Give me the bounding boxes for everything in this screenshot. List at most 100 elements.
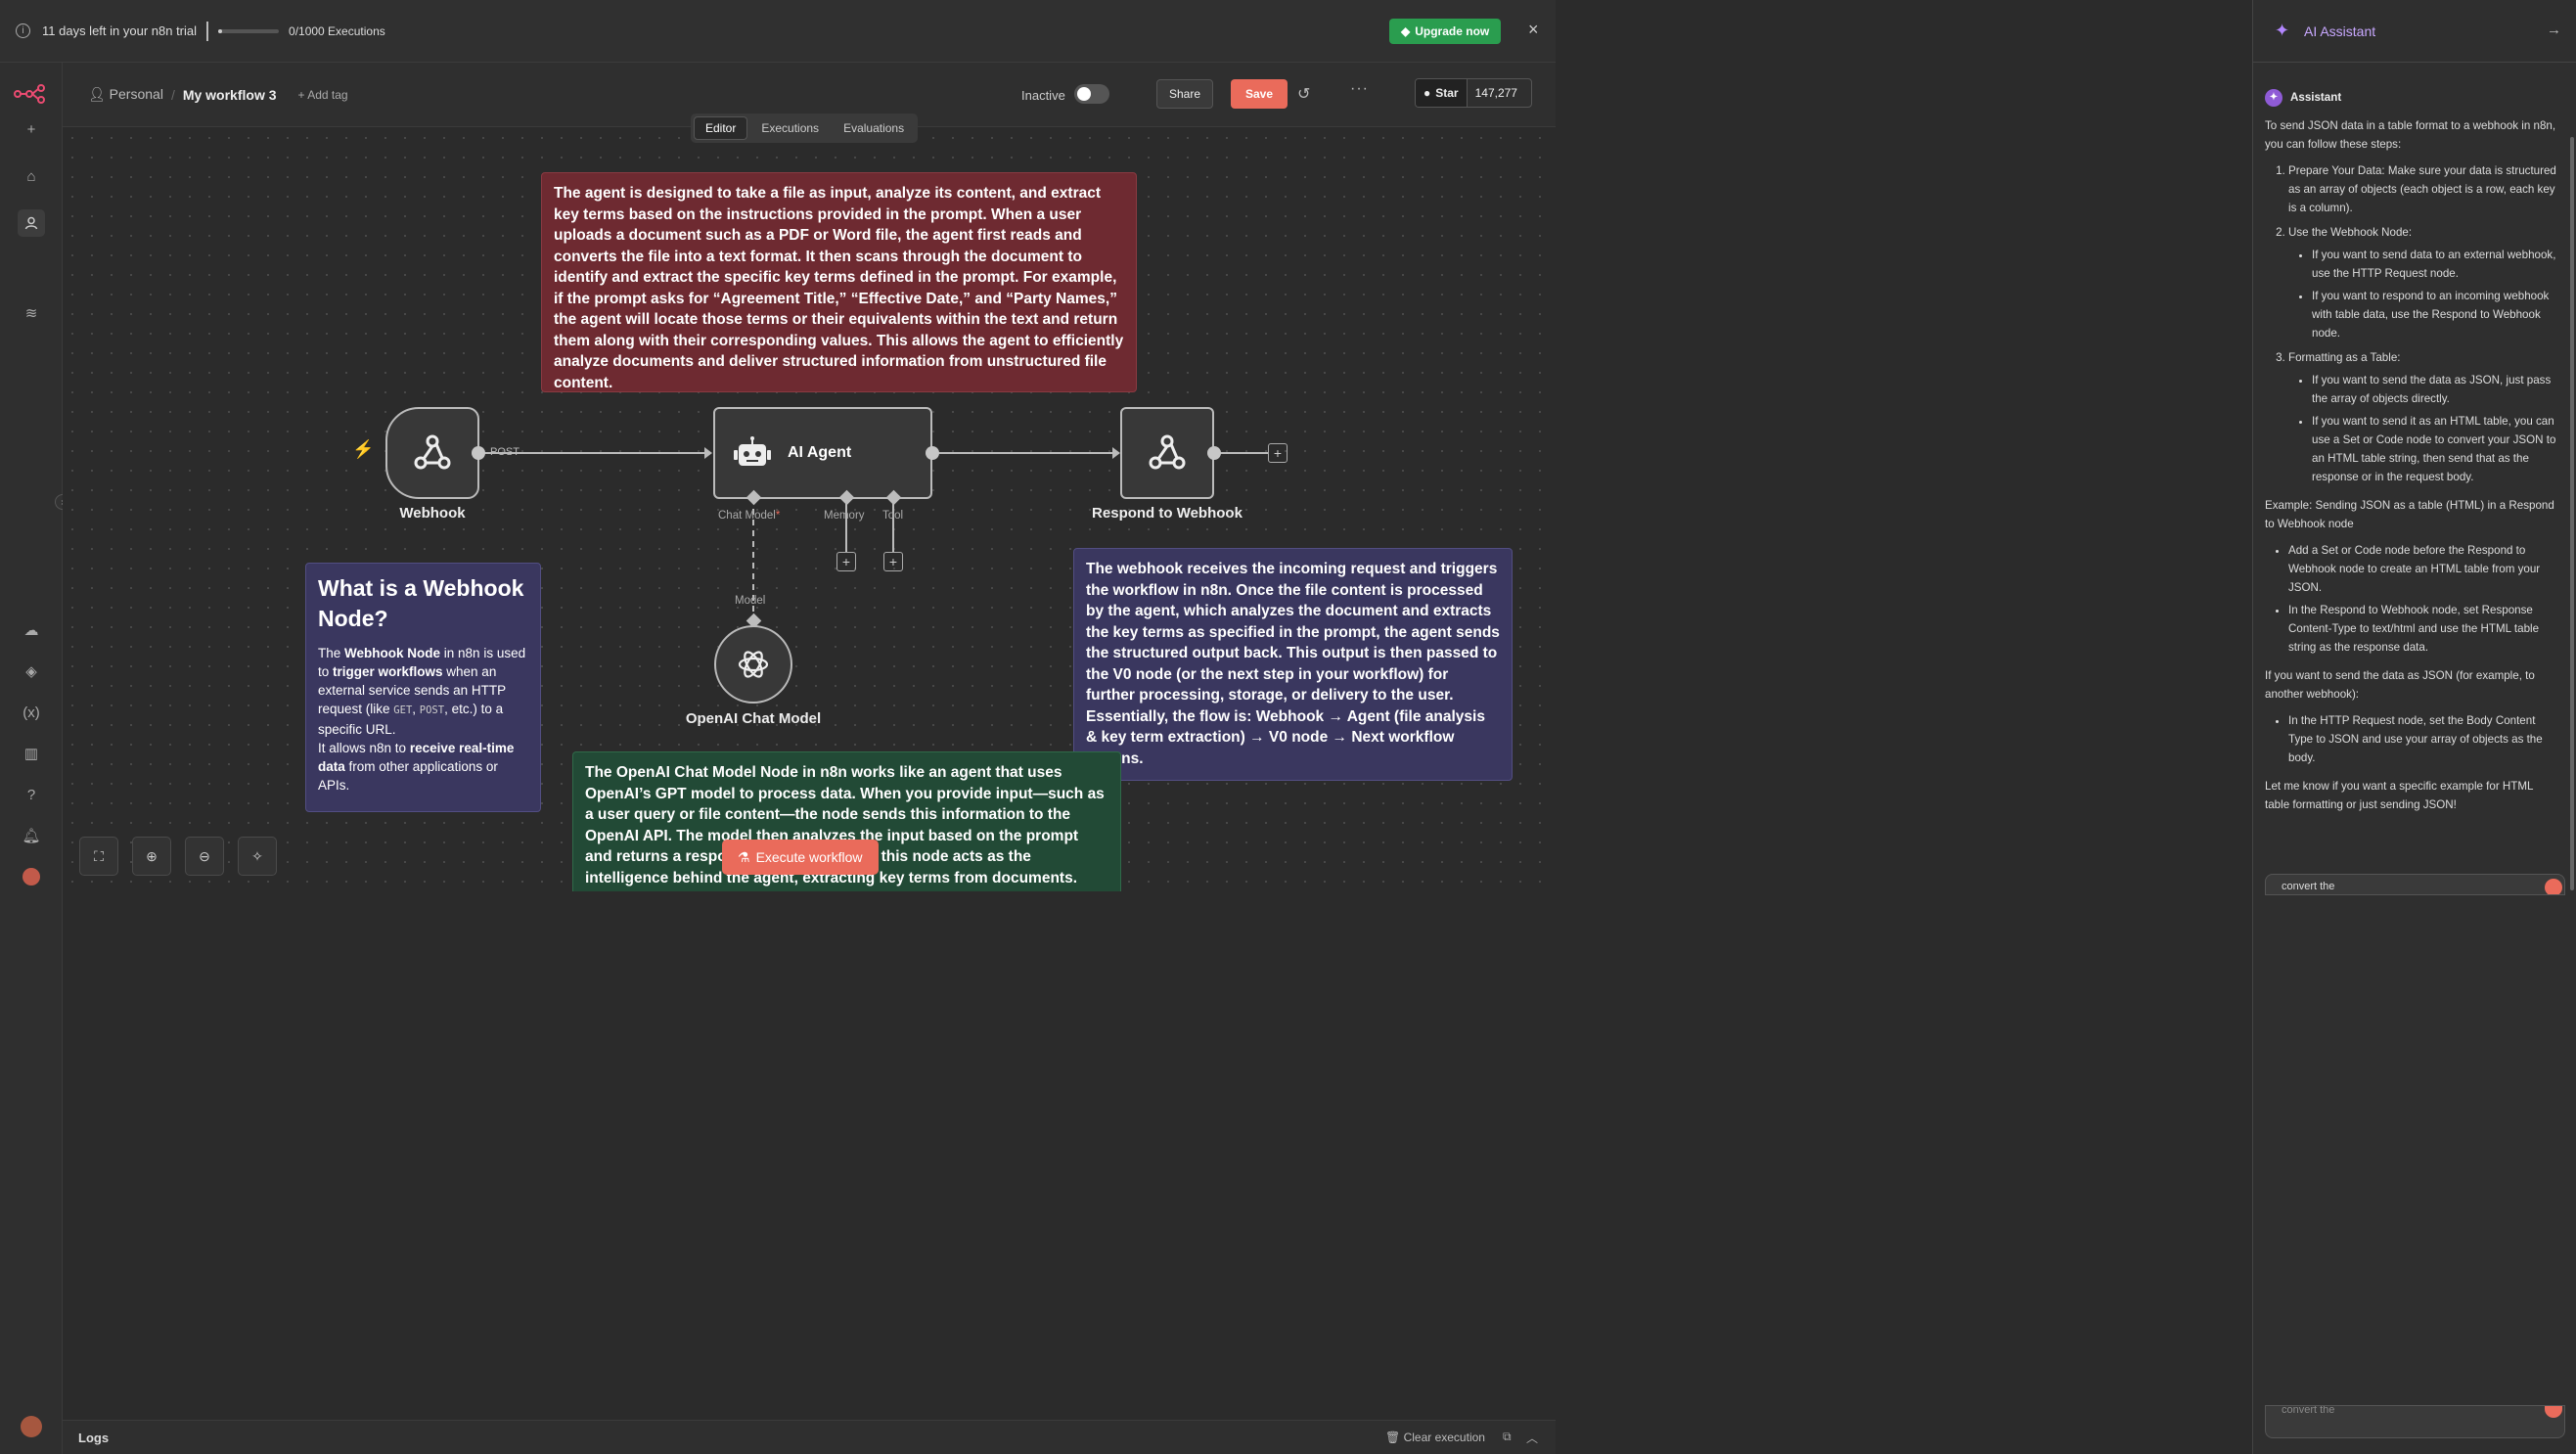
assistant-step: Formatting as a Table: If you want to sen… xyxy=(2288,348,2558,486)
ai-agent-node-label: AI Agent xyxy=(788,444,852,461)
send-button-bottom[interactable] xyxy=(2545,1406,2562,1418)
assistant-step-text: Formatting as a Table: xyxy=(2288,351,2401,364)
ai-agent-node[interactable]: AI Agent xyxy=(713,407,932,499)
respond-output-port[interactable] xyxy=(1207,446,1221,460)
assistant-steps: Prepare Your Data: Make sure your data i… xyxy=(2265,161,2558,486)
user-icon[interactable] xyxy=(18,209,45,237)
github-star-label: Star xyxy=(1435,86,1459,100)
tab-evaluations[interactable]: Evaluations xyxy=(833,117,915,139)
user-avatar[interactable] xyxy=(18,1413,45,1440)
breadcrumb-separator: / xyxy=(170,86,175,103)
openai-node-label: OpenAI Chat Model xyxy=(685,710,822,727)
openai-chat-model-node[interactable] xyxy=(714,625,792,704)
popout-icon[interactable]: ⧉ xyxy=(1503,1430,1512,1444)
cloud-icon[interactable]: ☁ xyxy=(18,616,45,644)
close-icon[interactable]: × xyxy=(1528,20,1539,40)
ai-assistant-panel: ✦ AI Assistant → ✦ Assistant To send JSO… xyxy=(2252,0,2576,1454)
send-button[interactable] xyxy=(2545,879,2562,894)
help-icon[interactable]: ? xyxy=(18,781,45,808)
github-icon: ● xyxy=(1424,86,1431,100)
trial-banner: i 11 days left in your n8n trial 0/1000 … xyxy=(0,0,1556,63)
assistant-sender-name: Assistant xyxy=(2290,91,2342,104)
logs-title: Logs xyxy=(78,1431,110,1445)
tidy-up-icon[interactable]: ✧ xyxy=(238,837,277,876)
assistant-title: AI Assistant xyxy=(2304,23,2376,39)
collapse-panel-icon[interactable]: → xyxy=(2547,22,2561,38)
view-tabs: Editor Executions Evaluations xyxy=(691,114,919,143)
assistant-bullet: If you want to send data to an external … xyxy=(2312,246,2558,283)
github-star-widget[interactable]: ● Star 147,277 xyxy=(1415,78,1532,108)
chevron-up-icon[interactable]: ︿ xyxy=(1526,1430,1538,1446)
upgrade-button[interactable]: ◆ Upgrade now xyxy=(1389,19,1502,44)
respond-node-label: Respond to Webhook xyxy=(1092,505,1243,522)
save-button[interactable]: Save xyxy=(1231,79,1288,109)
upgrade-label: Upgrade now xyxy=(1415,24,1490,38)
assistant-input[interactable]: convert the xyxy=(2265,874,2565,895)
assistant-bullet: Add a Set or Code node before the Respon… xyxy=(2288,541,2558,597)
workflow-canvas[interactable]: The agent is designed to take a file as … xyxy=(63,128,1556,891)
assistant-header: ✦ AI Assistant → xyxy=(2253,0,2576,63)
n8n-logo-icon[interactable] xyxy=(14,84,49,104)
respond-to-webhook-node[interactable] xyxy=(1120,407,1214,499)
assistant-step-text: Prepare Your Data: Make sure your data i… xyxy=(2288,164,2556,214)
clear-execution-button[interactable]: 🗑︎ Clear execution xyxy=(1385,1431,1485,1444)
share-button[interactable]: Share xyxy=(1156,79,1214,109)
ai-agent-output-port[interactable] xyxy=(926,446,939,460)
logs-bar[interactable]: Logs 🗑︎ Clear execution ⧉ ︿ xyxy=(63,1420,1556,1454)
executions-progress xyxy=(218,28,280,33)
tab-executions[interactable]: Executions xyxy=(750,117,830,139)
active-toggle[interactable] xyxy=(1074,84,1109,104)
workflow-name[interactable]: My workflow 3 xyxy=(183,87,277,103)
webhook-node[interactable] xyxy=(385,407,479,499)
assistant-closing: Let me know if you want a specific examp… xyxy=(2265,780,2534,811)
assistant-example-list: Add a Set or Code node before the Respon… xyxy=(2265,541,2558,657)
model-connector-label: Model xyxy=(735,595,766,607)
assistant-input-value-bottom: convert the xyxy=(2282,1405,2335,1416)
templates-icon[interactable]: ◈ xyxy=(18,658,45,685)
assistant-bullet: In the HTTP Request node, set the Body C… xyxy=(2288,711,2558,767)
home-icon[interactable]: ⌂ xyxy=(18,162,45,190)
divider xyxy=(206,21,209,41)
add-icon[interactable]: + xyxy=(18,115,45,143)
layers-icon[interactable]: ≋ xyxy=(18,299,45,327)
memory-label: Memory xyxy=(824,510,865,522)
history-icon[interactable]: ↺ xyxy=(1297,84,1310,104)
add-tag-button[interactable]: + Add tag xyxy=(298,88,348,102)
assistant-step-bullets: If you want to send the data as JSON, ju… xyxy=(2288,371,2558,486)
execute-workflow-button[interactable]: ⚗ Execute workflow xyxy=(722,840,879,875)
assistant-json-list: In the HTTP Request node, set the Body C… xyxy=(2265,711,2558,767)
assistant-json-heading: If you want to send the data as JSON (fo… xyxy=(2265,669,2535,701)
project-link[interactable]: 👤︎ Personal xyxy=(88,86,163,103)
empty-area xyxy=(63,891,1556,1420)
sticky-note-flow[interactable]: The webhook receives the incoming reques… xyxy=(1073,548,1513,781)
bell-icon[interactable]: 🔔︎ xyxy=(18,822,45,849)
assistant-step-text: Use the Webhook Node: xyxy=(2288,226,2413,239)
sticky-note-webhook[interactable]: What is a Webhook Node? The Webhook Node… xyxy=(305,563,541,812)
sticky-note-flow-text: The webhook receives the incoming reques… xyxy=(1086,561,1500,767)
webhook-output-port[interactable] xyxy=(472,446,485,460)
assistant-scrollbar[interactable] xyxy=(2570,137,2574,890)
breadcrumb: 👤︎ Personal / My workflow 3 + Add tag xyxy=(88,86,348,103)
assistant-bullet: If you want to respond to an incoming we… xyxy=(2312,287,2558,342)
add-memory-button[interactable]: + xyxy=(836,552,856,571)
assistant-sender: ✦ Assistant xyxy=(2265,88,2558,107)
insights-icon[interactable]: ▥ xyxy=(18,740,45,767)
more-options-icon[interactable]: ··· xyxy=(1350,80,1369,98)
flask-icon: ⚗ xyxy=(738,848,750,865)
variables-icon[interactable]: (x) xyxy=(18,699,45,726)
assistant-example-heading: Example: Sending JSON as a table (HTML) … xyxy=(2265,499,2554,530)
project-label: Personal xyxy=(109,86,163,102)
zoom-in-icon[interactable]: ⊕ xyxy=(132,837,171,876)
assistant-input-bottom[interactable]: convert the xyxy=(2265,1405,2565,1438)
avatar[interactable] xyxy=(18,863,45,890)
zoom-out-icon[interactable]: ⊖ xyxy=(185,837,224,876)
trial-text: 11 days left in your n8n trial xyxy=(42,23,198,38)
sticky-note-agent[interactable]: The agent is designed to take a file as … xyxy=(541,172,1137,392)
tab-editor[interactable]: Editor xyxy=(694,116,748,140)
assistant-step: Use the Webhook Node: If you want to send… xyxy=(2288,223,2558,342)
add-tool-button[interactable]: + xyxy=(883,552,903,571)
fit-view-icon[interactable]: ⛶ xyxy=(79,837,118,876)
assistant-bullet: If you want to send the data as JSON, ju… xyxy=(2312,371,2558,408)
add-node-button[interactable]: + xyxy=(1268,443,1288,463)
assistant-step-bullets: If you want to send data to an external … xyxy=(2288,246,2558,342)
